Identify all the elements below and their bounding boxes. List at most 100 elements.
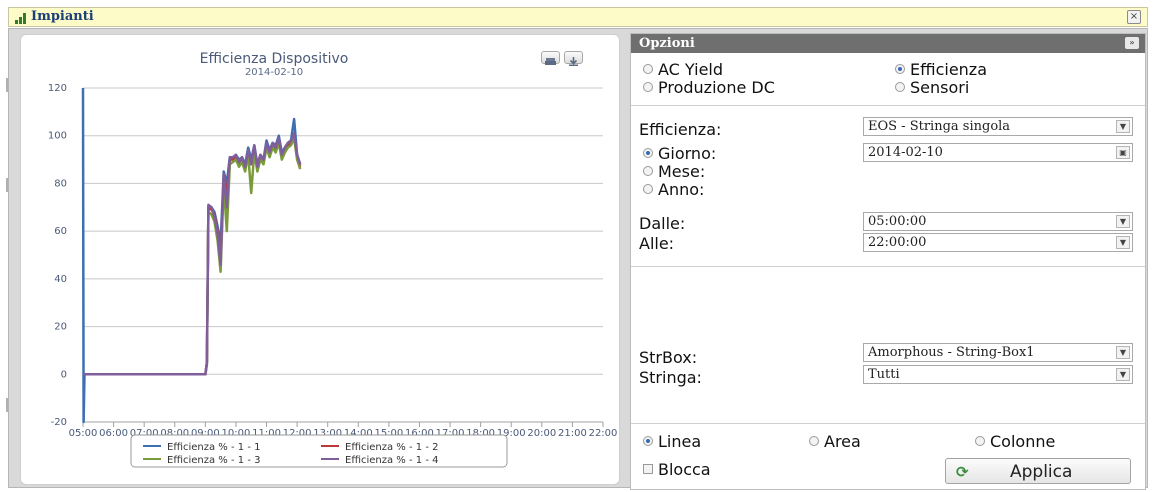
left-edge-marker — [6, 178, 8, 192]
radio-label: AC Yield — [658, 60, 724, 79]
dalle-label: Dalle: — [639, 214, 686, 233]
x-tick-label: 06:00 — [99, 428, 128, 439]
radio-button-icon[interactable] — [643, 64, 653, 74]
radio-mese[interactable]: Mese: — [643, 162, 705, 181]
stringa-label: Stringa: — [639, 368, 702, 387]
efficienza-select[interactable]: EOS - Stringa singola ▼ — [863, 117, 1133, 136]
chart-subtitle: 2014-02-10 — [245, 67, 303, 78]
radio-efficienza[interactable]: Efficienza — [895, 60, 987, 79]
options-panel: Opzioni » AC Yield Efficienza Produzione… — [630, 33, 1146, 490]
efficiency-chart: Efficienza Dispositivo 2014-02-10 -20 0 20… — [48, 51, 618, 468]
legend-label: Efficienza % - 1 - 1 — [167, 442, 260, 453]
blocca-checkbox[interactable]: Blocca — [643, 460, 711, 479]
y-tick-label: 0 — [61, 369, 67, 380]
radio-button-icon[interactable] — [895, 64, 905, 74]
refresh-icon: ⟳ — [956, 463, 969, 481]
options-title: Opzioni — [639, 36, 695, 51]
strbox-select[interactable]: Amorphous - String-Box1 ▼ — [863, 343, 1133, 362]
chevron-down-icon[interactable]: ▼ — [1116, 346, 1130, 359]
series-line — [83, 132, 302, 376]
radio-button-icon[interactable] — [809, 436, 819, 446]
radio-label: Produzione DC — [658, 78, 775, 97]
efficienza-label: Efficienza: — [639, 120, 722, 139]
radio-label: Efficienza — [910, 60, 988, 79]
legend-label: Efficienza % - 1 - 2 — [345, 442, 438, 453]
date-input[interactable]: 2014-02-10 ▣ — [863, 143, 1133, 162]
radio-button-icon[interactable] — [643, 184, 653, 194]
select-value: 05:00:00 — [868, 214, 927, 229]
y-tick-label: 20 — [54, 322, 67, 333]
print-icon[interactable] — [541, 51, 560, 65]
y-axis-ticks: -20 0 20 40 60 80 100 120 — [48, 83, 67, 428]
radio-label: Mese: — [658, 162, 706, 181]
radio-sensori[interactable]: Sensori — [895, 78, 969, 97]
chart-grid — [83, 87, 603, 375]
radio-button-icon[interactable] — [895, 82, 905, 92]
close-icon[interactable]: × — [1127, 10, 1141, 24]
chart-series-group — [81, 87, 302, 424]
section-divider — [631, 423, 1145, 424]
checkbox-label: Blocca — [658, 460, 711, 479]
chart-panel: Efficienza Dispositivo 2014-02-10 -20 0 20… — [20, 34, 620, 485]
legend-label: Efficienza % - 1 - 3 — [167, 455, 260, 466]
impianti-window: Impianti × Efficienza Dispositivo 2014-0… — [0, 0, 1157, 492]
options-header: Opzioni » — [631, 34, 1145, 53]
calendar-icon[interactable]: ▣ — [1116, 146, 1130, 159]
select-value: Amorphous - String-Box1 — [868, 345, 1035, 360]
window-titlebar: Impianti × — [8, 7, 1148, 27]
radio-label: Colonne — [990, 432, 1056, 451]
alle-select[interactable]: 22:00:00 ▼ — [863, 233, 1133, 252]
left-edge-marker — [6, 398, 8, 412]
window-title: Impianti — [31, 9, 94, 24]
x-tick-label: 21:00 — [558, 428, 587, 439]
select-value: EOS - Stringa singola — [868, 119, 1011, 134]
strbox-label: StrBox: — [639, 348, 698, 367]
y-tick-label: 40 — [54, 274, 67, 285]
radio-button-icon[interactable] — [643, 148, 653, 158]
section-divider — [631, 266, 1145, 267]
y-tick-label: -20 — [51, 417, 67, 428]
radio-area[interactable]: Area — [809, 432, 861, 451]
chevron-down-icon[interactable]: ▼ — [1116, 120, 1130, 133]
y-tick-label: 120 — [48, 83, 67, 94]
legend-label: Efficienza % - 1 - 4 — [345, 455, 438, 466]
radio-button-icon[interactable] — [975, 436, 985, 446]
checkbox-icon[interactable] — [643, 464, 653, 474]
radio-label: Anno: — [658, 180, 705, 199]
y-tick-label: 60 — [54, 226, 67, 237]
radio-button-icon[interactable] — [643, 436, 653, 446]
radio-button-icon[interactable] — [643, 82, 653, 92]
alle-label: Alle: — [639, 234, 675, 253]
series-line — [81, 87, 302, 424]
chevron-down-icon[interactable]: ▼ — [1116, 236, 1130, 249]
select-value: Tutti — [868, 367, 900, 382]
radio-anno[interactable]: Anno: — [643, 180, 704, 199]
chevron-down-icon[interactable]: ▼ — [1116, 215, 1130, 228]
section-divider — [631, 105, 1145, 106]
dalle-select[interactable]: 05:00:00 ▼ — [863, 212, 1133, 231]
radio-giorno[interactable]: Giorno: — [643, 144, 716, 163]
x-tick-label: 22:00 — [589, 428, 618, 439]
select-value: 22:00:00 — [868, 235, 927, 250]
date-value: 2014-02-10 — [868, 145, 943, 160]
radio-colonne[interactable]: Colonne — [975, 432, 1055, 451]
radio-label: Giorno: — [658, 144, 717, 163]
chart-title: Efficienza Dispositivo — [200, 51, 349, 67]
x-tick-label: 05:00 — [69, 428, 98, 439]
series-line — [83, 136, 302, 376]
apply-button[interactable]: ⟳ Applica — [945, 458, 1131, 484]
y-tick-label: 80 — [54, 178, 67, 189]
collapse-icon[interactable]: » — [1125, 37, 1139, 49]
download-icon[interactable] — [564, 51, 583, 66]
chevron-down-icon[interactable]: ▼ — [1116, 368, 1130, 381]
stringa-select[interactable]: Tutti ▼ — [863, 365, 1133, 384]
radio-produzione-dc[interactable]: Produzione DC — [643, 78, 775, 97]
radio-ac-yield[interactable]: AC Yield — [643, 60, 723, 79]
y-tick-label: 100 — [48, 131, 67, 142]
series-line — [83, 134, 302, 376]
radio-button-icon[interactable] — [643, 166, 653, 176]
radio-linea[interactable]: Linea — [643, 432, 701, 451]
apply-label: Applica — [1010, 462, 1073, 482]
chart-legend: Efficienza % - 1 - 1 Efficienza % - 1 - 2… — [130, 434, 508, 468]
left-edge-marker — [6, 78, 8, 92]
